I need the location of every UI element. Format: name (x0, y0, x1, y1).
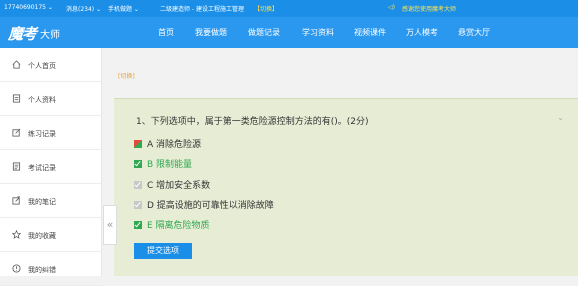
top-strip: 17740690175 ⌄ 消息(234) ⌄ 手机做题 ⌄ 二级建造师 - 建… (0, 0, 578, 17)
nav-bounty-hall[interactable]: 悬赏大厅 (458, 27, 490, 38)
option-c[interactable]: C 增加安全系数 (134, 178, 210, 191)
nav-mock-exam[interactable]: 万人模考 (406, 27, 438, 38)
exam-icon (12, 162, 21, 171)
option-b[interactable]: B 限制能量 (134, 157, 192, 170)
nav-materials[interactable]: 学习资料 (302, 27, 334, 38)
mobile-practice-dropdown[interactable]: 手机做题 ⌄ (108, 4, 139, 13)
chevron-down-icon[interactable]: ⌄ (557, 113, 564, 122)
sidebar-item-label: 我的纠错 (28, 266, 56, 274)
nav-records[interactable]: 做题记录 (248, 27, 280, 38)
option-checkbox[interactable] (134, 181, 142, 189)
sidebar-item-home[interactable]: 个人首页 (0, 48, 102, 82)
sidebar-item-label: 练习记录 (28, 130, 56, 138)
option-a[interactable]: A 消除危险源 (134, 137, 201, 150)
sidebar-item-label: 个人资料 (28, 96, 56, 104)
nav-home[interactable]: 首页 (158, 27, 174, 38)
sidebar-item-notes[interactable]: 我的笔记 (0, 184, 102, 218)
error-icon (12, 264, 21, 273)
option-checkbox[interactable] (134, 160, 142, 168)
sidebar-item-favorites[interactable]: 我的收藏 (0, 218, 102, 252)
option-e[interactable]: E 隔离危险物质 (134, 218, 210, 231)
logo-suffix: 大师 (40, 30, 60, 41)
nav-practice[interactable]: 我要做题 (195, 27, 227, 38)
nav-videos[interactable]: 视频课件 (354, 27, 386, 38)
main-content: [切换] 1、下列选项中，属于第一类危险源控制方法的有()。(2分) ⌄ A 消… (102, 48, 578, 276)
sidebar-item-practice[interactable]: 练习记录 (0, 116, 102, 150)
practice-icon (12, 128, 21, 137)
option-label: E 隔离危险物质 (147, 221, 210, 231)
sidebar-item-label: 考试记录 (28, 164, 56, 172)
collapse-sidebar-button[interactable]: « (103, 205, 117, 245)
option-label: B 限制能量 (147, 160, 193, 170)
sidebar-item-label: 我的收藏 (28, 232, 56, 240)
sidebar-item-profile[interactable]: 个人资料 (0, 82, 102, 116)
option-checkbox[interactable] (134, 201, 142, 209)
sidebar-item-label: 我的笔记 (28, 198, 56, 206)
notes-icon (12, 196, 21, 205)
speaker-icon: ◁) (388, 4, 395, 11)
home-icon (12, 60, 21, 69)
submit-button[interactable]: 提交选项 (134, 243, 192, 259)
option-label: C 增加安全系数 (147, 181, 211, 191)
logo[interactable]: 魔考 (8, 23, 37, 44)
switch-link[interactable]: [切换] (118, 71, 135, 80)
star-icon (12, 230, 21, 239)
sidebar-item-corrections[interactable]: 我的纠错 (0, 252, 102, 286)
course-switch-link[interactable]: 【切换】 (254, 4, 278, 13)
account-dropdown[interactable]: 17740690175 ⌄ (4, 4, 53, 11)
option-checkbox[interactable] (134, 221, 142, 229)
option-label: A 消除危险源 (147, 140, 202, 150)
sidebar-item-exam[interactable]: 考试记录 (0, 150, 102, 184)
option-label: D 提高设施的可靠性以消除故障 (147, 201, 274, 211)
option-checkbox[interactable] (134, 140, 142, 148)
sidebar: 个人首页 个人资料 练习记录 考试记录 我的笔记 我的收藏 我的纠错 (0, 48, 102, 286)
sidebar-item-label: 个人首页 (28, 62, 56, 70)
question-panel: 1、下列选项中，属于第一类危险源控制方法的有()。(2分) ⌄ A 消除危险源 … (114, 98, 578, 276)
messages-dropdown[interactable]: 消息(234) ⌄ (66, 4, 101, 13)
main-nav: 魔考 大师 首页 我要做题 做题记录 学习资料 视频课件 万人模考 悬赏大厅 (0, 17, 578, 48)
profile-icon (12, 94, 21, 103)
option-d[interactable]: D 提高设施的可靠性以消除故障 (134, 198, 274, 211)
current-course: 二级建造师 - 建设工程施工管理 (160, 6, 244, 13)
question-title: 1、下列选项中，属于第一类危险源控制方法的有()。(2分) (136, 117, 369, 127)
notice-text: 感谢您使用魔考大师 (402, 6, 457, 13)
